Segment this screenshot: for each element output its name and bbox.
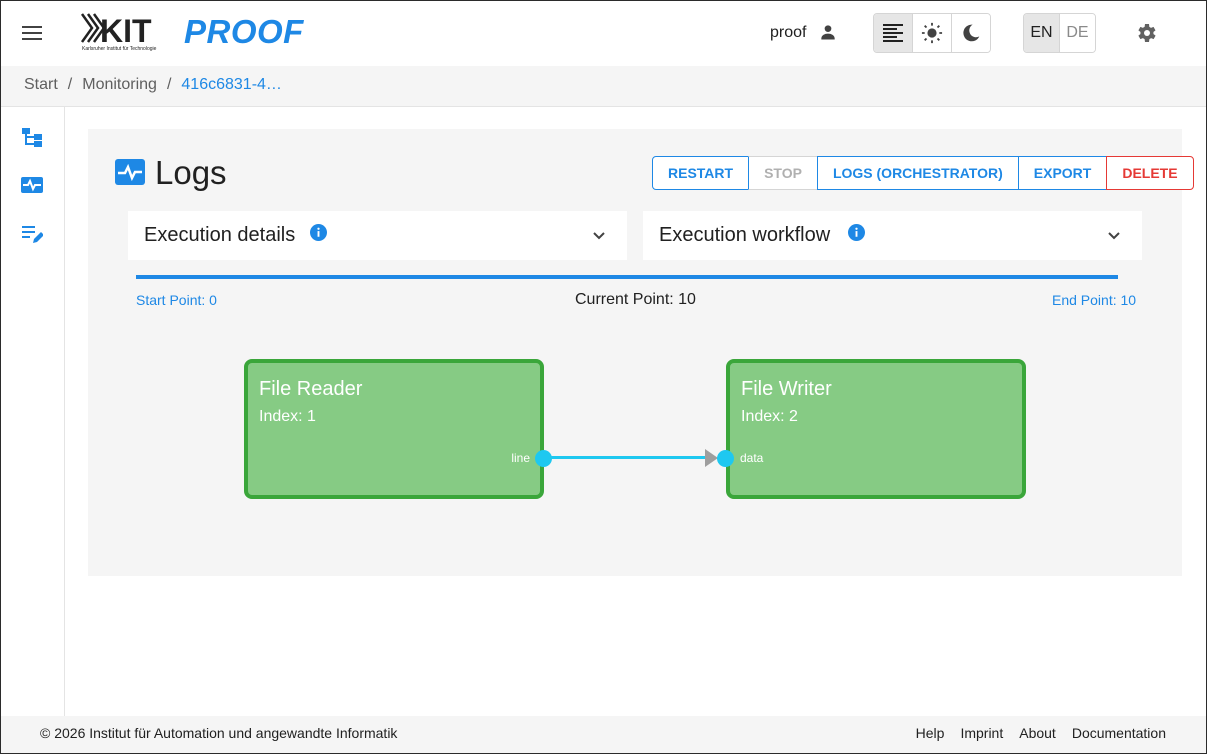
node-index: Index: 1 (259, 408, 316, 425)
breadcrumb: Start / Monitoring / 416c6831-4… (24, 76, 282, 94)
footer: © 2026 Institut für Automation und angew… (0, 716, 1207, 754)
monitoring-icon (115, 159, 145, 185)
text-align-icon (883, 24, 903, 42)
output-port[interactable] (535, 450, 552, 467)
gear-icon[interactable] (1134, 21, 1158, 45)
page-title: Logs (155, 154, 227, 191)
breadcrumb-item-monitoring[interactable]: Monitoring (82, 76, 157, 94)
logs-panel (88, 129, 1182, 576)
documentation-link[interactable]: Documentation (1072, 725, 1166, 741)
svg-text:KIT: KIT (100, 13, 152, 49)
edit-list-icon[interactable] (21, 223, 43, 245)
breadcrumb-separator: / (67, 76, 73, 93)
breadcrumb-item-current[interactable]: 416c6831-4… (181, 76, 282, 94)
timeline-current-point: Current Point: 10 (575, 291, 696, 308)
export-button[interactable]: EXPORT (1017, 156, 1108, 190)
node-port-label: line (511, 451, 530, 465)
footer-links: Help Imprint About Documentation (916, 725, 1166, 741)
node-index: Index: 2 (741, 408, 798, 425)
moon-icon (963, 24, 980, 42)
accordion-title: Execution workflow (659, 224, 831, 246)
execution-workflow-accordion[interactable]: Execution workflow (643, 211, 1142, 260)
language-de-button[interactable]: DE (1060, 14, 1095, 52)
workflow-node-file-reader[interactable]: File Reader Index: 1 line (244, 359, 544, 499)
sidebar (0, 107, 65, 717)
info-icon[interactable] (310, 224, 327, 241)
stop-button[interactable]: STOP (748, 156, 818, 190)
light-theme-button[interactable] (913, 14, 952, 52)
copyright-text: © 2026 Institut für Automation und angew… (40, 725, 398, 741)
node-title: File Reader (259, 378, 363, 400)
timeline-end-point: End Point: 10 (1052, 292, 1137, 308)
chevron-down-icon[interactable] (589, 226, 609, 246)
accordion-title: Execution details (144, 224, 296, 246)
input-port[interactable] (717, 450, 734, 467)
svg-text:Karlsruher Institut für Techno: Karlsruher Institut für Technologie (82, 46, 157, 52)
delete-button[interactable]: DELETE (1106, 156, 1194, 190)
workflow-edge[interactable] (544, 456, 714, 459)
kit-logo[interactable]: KIT Karlsruher Institut für Technologie (80, 12, 162, 54)
language-toggle-group: EN DE (1023, 13, 1096, 53)
node-title: File Writer (741, 378, 832, 400)
workflow-node-file-writer[interactable]: File Writer Index: 2 data (726, 359, 1026, 499)
auto-theme-button[interactable] (874, 14, 913, 52)
breadcrumb-bar: Start / Monitoring / 416c6831-4… (0, 66, 1207, 107)
menu-button[interactable] (18, 19, 46, 47)
brand-title[interactable]: PROOF (184, 13, 304, 51)
logs-orchestrator-button[interactable]: LOGS (ORCHESTRATOR) (816, 156, 1019, 190)
monitoring-icon[interactable] (21, 174, 43, 196)
help-link[interactable]: Help (916, 725, 945, 741)
breadcrumb-item-start[interactable]: Start (24, 76, 58, 94)
theme-toggle-group (873, 13, 991, 53)
breadcrumb-separator: / (166, 76, 172, 93)
execution-details-accordion[interactable]: Execution details (128, 211, 627, 260)
language-en-button[interactable]: EN (1024, 14, 1060, 52)
app-header: KIT Karlsruher Institut für Technologie … (0, 0, 1207, 66)
chevron-down-icon[interactable] (1104, 226, 1124, 246)
hamburger-icon (22, 26, 42, 40)
timeline-progress-bar[interactable] (136, 275, 1118, 279)
info-icon[interactable] (848, 224, 865, 241)
action-button-group: RESTART STOP LOGS (ORCHESTRATOR) EXPORT … (652, 156, 1194, 190)
timeline-start-point: Start Point: 0 (136, 292, 217, 308)
user-icon[interactable] (818, 22, 838, 42)
sun-icon (921, 22, 943, 44)
imprint-link[interactable]: Imprint (960, 725, 1003, 741)
workflow-icon[interactable] (21, 126, 43, 148)
about-link[interactable]: About (1019, 725, 1056, 741)
restart-button[interactable]: RESTART (652, 156, 750, 190)
user-name[interactable]: proof (770, 24, 806, 42)
node-port-label: data (740, 451, 764, 465)
dark-theme-button[interactable] (952, 14, 990, 52)
